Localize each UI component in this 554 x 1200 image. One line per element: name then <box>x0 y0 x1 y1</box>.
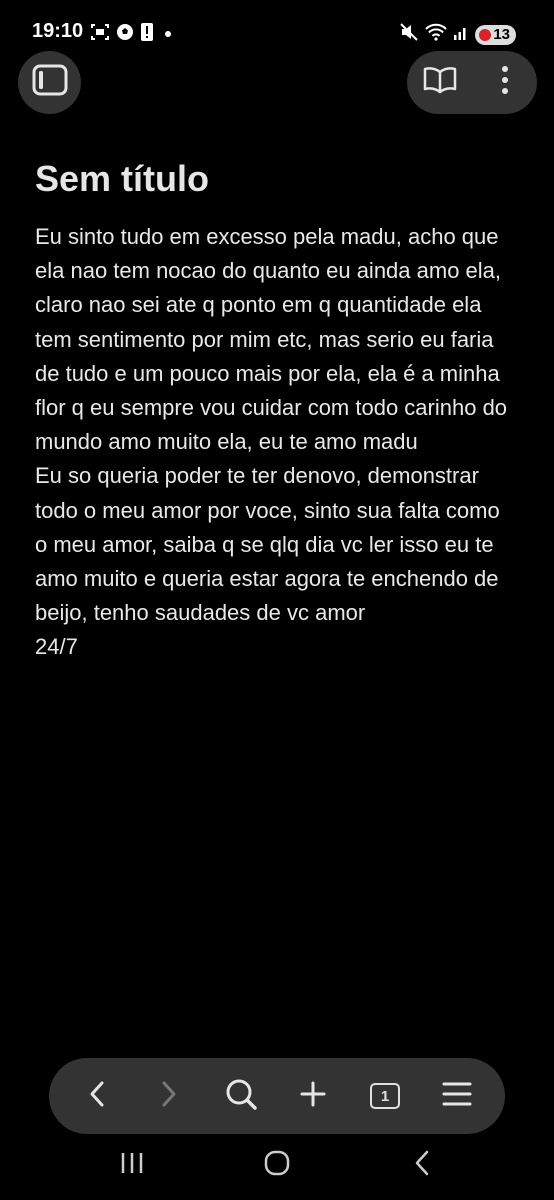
tabs-icon: 1 <box>370 1083 400 1109</box>
menu-icon <box>442 1081 472 1112</box>
status-icons-right: 13 <box>399 22 516 47</box>
nav-back-button[interactable] <box>392 1140 452 1190</box>
forward-icon <box>160 1080 178 1113</box>
mute-icon <box>399 22 419 47</box>
dot-icon <box>160 24 176 45</box>
wifi-icon <box>425 23 448 46</box>
forward-button[interactable] <box>143 1070 195 1122</box>
signal-icon <box>453 23 469 46</box>
soccer-icon <box>116 23 134 46</box>
battery-level: 13 <box>493 26 510 43</box>
screenshot-icon <box>90 22 110 47</box>
note-title[interactable]: Sem título <box>35 158 209 200</box>
search-icon <box>224 1077 258 1116</box>
alert-icon <box>140 22 154 47</box>
back-icon <box>88 1080 106 1113</box>
home-icon <box>263 1149 291 1182</box>
navigation-bar <box>0 1140 554 1190</box>
battery-low-indicator <box>479 28 492 41</box>
menu-button[interactable] <box>431 1070 483 1122</box>
reader-button[interactable] <box>415 58 465 108</box>
back-button[interactable] <box>71 1070 123 1122</box>
search-button[interactable] <box>215 1070 267 1122</box>
add-icon <box>299 1080 327 1113</box>
status-time: 19:10 <box>32 20 84 42</box>
recents-button[interactable] <box>102 1140 162 1190</box>
note-body[interactable]: Eu sinto tudo em excesso pela madu, acho… <box>35 220 515 665</box>
nav-back-icon <box>413 1149 431 1182</box>
sidebar-icon <box>32 64 68 101</box>
status-icons-left <box>90 22 176 47</box>
new-tab-button[interactable] <box>287 1070 339 1122</box>
book-icon <box>423 66 457 99</box>
sidebar-button[interactable] <box>18 51 81 114</box>
top-actions-pill <box>407 51 537 114</box>
bottom-toolbar: 1 <box>49 1058 505 1134</box>
home-button[interactable] <box>247 1140 307 1190</box>
recents-icon <box>119 1151 145 1180</box>
more-vertical-icon <box>501 65 509 100</box>
more-options-button[interactable] <box>480 58 530 108</box>
battery-icon: 13 <box>475 24 516 45</box>
tabs-button[interactable]: 1 <box>359 1070 411 1122</box>
